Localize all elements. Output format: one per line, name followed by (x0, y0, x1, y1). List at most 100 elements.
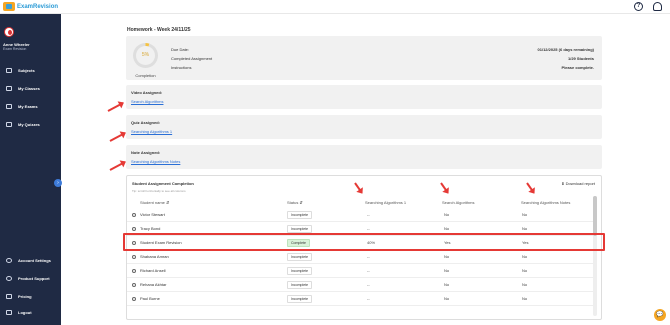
completion-label: Completion (135, 73, 156, 78)
book-icon (6, 103, 12, 109)
quiz-result: -- (367, 268, 370, 273)
gear-icon (6, 257, 12, 263)
annotation-arrow (109, 161, 126, 171)
clipboard-icon (6, 121, 12, 127)
column-header-notes: Searching Algorithms Notes (521, 200, 571, 205)
sidebar-item-label: Account Settings (18, 257, 51, 263)
sidebar-item-label: My Quizzes (18, 121, 40, 127)
table-row: Richard Ansell Incomplete -- No No (127, 264, 597, 278)
student-icon (132, 213, 136, 217)
notes-result: No (522, 296, 528, 301)
card-icon (6, 293, 12, 299)
sidebar-collapse-button[interactable]: › (54, 179, 62, 187)
student-name: Paul Burne (140, 296, 160, 301)
column-header-status[interactable]: Status ⇵ (287, 200, 303, 205)
status-badge: Incomplete (287, 225, 313, 233)
student-name: Tracy Bond (140, 226, 161, 231)
student-name: Victor Stewart (140, 212, 165, 217)
completed-label: Completed Assignment (171, 56, 213, 61)
notes-result: No (522, 268, 528, 273)
sidebar-item-label: My Classes (18, 85, 40, 91)
table-title: Student Assignment Completion (132, 181, 194, 186)
notes-result: No (522, 254, 528, 259)
column-header-video: Search Algorithms (442, 200, 475, 205)
completed-value: 1/29 Students (567, 56, 594, 61)
logo-icon (3, 2, 15, 11)
table-row: Paul Burne Incomplete -- No No (127, 292, 597, 306)
column-header-quiz: Searching Algorithms 1 (365, 200, 407, 205)
monitor-icon (6, 67, 12, 73)
page-title: Homework - Week 24/11/25 (127, 27, 191, 33)
note-assigned-title: Note Assigned: (131, 150, 161, 155)
top-bar: ExamRevision ? (0, 0, 670, 14)
sidebar-item-my-classes[interactable]: My Classes (0, 83, 61, 93)
table-row: Victor Stewart Incomplete -- No No (127, 208, 597, 222)
annotation-arrow (107, 102, 124, 112)
sidebar-item-label: Subjects (18, 67, 35, 73)
student-icon (132, 283, 136, 287)
quiz-result: -- (367, 254, 370, 259)
sidebar-item-product-support[interactable]: Product Support (0, 273, 61, 283)
student-name: Richard Ansell (140, 268, 166, 273)
student-name: Rehana Akhtar (140, 282, 167, 287)
student-icon (132, 297, 136, 301)
video-assigned-card: Video Assigned: Search Algorithms (126, 85, 602, 109)
download-report-button[interactable]: ⬇ Download report (561, 181, 595, 186)
notes-result: No (522, 282, 528, 287)
brand-name: ExamRevision (17, 3, 59, 10)
table-scrollbar[interactable] (593, 196, 597, 316)
quiz-result: -- (367, 226, 370, 231)
sidebar-item-label: Product Support (18, 275, 50, 281)
status-badge: Incomplete (287, 295, 313, 303)
due-date-value: 01/12/2025 (6 days remaining) (537, 47, 594, 52)
completion-percent: 5% (141, 52, 150, 58)
student-icon (132, 227, 136, 231)
quiz-assigned-link[interactable]: Searching Algorithms 1 (131, 129, 172, 134)
highlight-box (123, 233, 605, 251)
video-result: No (444, 296, 450, 301)
instructions-value: Please complete. (561, 65, 594, 70)
notes-result: No (522, 226, 528, 231)
notes-result: No (522, 212, 528, 217)
brand-logo[interactable]: ExamRevision (3, 2, 58, 11)
status-badge: Incomplete (287, 281, 313, 289)
homework-summary-card: 5% Completion Due Date: Completed Assign… (126, 36, 602, 80)
users-icon (6, 85, 12, 91)
student-icon (132, 255, 136, 259)
globe-icon (6, 275, 12, 281)
table-hint: Tip: scroll horizontally to see all colu… (132, 189, 186, 193)
sidebar-item-my-exams[interactable]: My Exams (0, 101, 61, 111)
status-badge: Incomplete (287, 211, 313, 219)
video-result: No (444, 282, 450, 287)
due-date-label: Due Date: (171, 47, 190, 52)
chat-icon[interactable]: 💬 (654, 309, 666, 321)
video-result: No (444, 254, 450, 259)
scrollbar-thumb[interactable] (593, 196, 597, 236)
help-icon[interactable]: ? (634, 2, 643, 11)
sidebar-item-label: Pricing (18, 293, 32, 299)
sidebar-item-label: My Exams (18, 103, 38, 109)
sidebar: Anne Wheeler Exam Revision Subjects My C… (0, 14, 62, 325)
table-row: Rehana Akhtar Incomplete -- No No (127, 278, 597, 292)
logout-icon (6, 309, 12, 315)
student-name: Shabana Amran (140, 254, 169, 259)
sidebar-item-subjects[interactable]: Subjects (0, 65, 61, 75)
table-row: Shabana Amran Incomplete -- No No (127, 250, 597, 264)
quiz-result: -- (367, 296, 370, 301)
avatar[interactable] (4, 27, 14, 37)
sidebar-item-pricing[interactable]: Pricing (0, 291, 61, 301)
sidebar-item-account-settings[interactable]: Account Settings (0, 255, 61, 265)
sidebar-item-my-quizzes[interactable]: My Quizzes (0, 119, 61, 129)
quiz-assigned-title: Quiz Assigned: (131, 120, 160, 125)
status-badge: Incomplete (287, 267, 313, 275)
sidebar-item-logout[interactable]: Logout (0, 307, 61, 317)
video-result: No (444, 212, 450, 217)
quiz-result: -- (367, 212, 370, 217)
video-assigned-title: Video Assigned: (131, 90, 163, 95)
profile-icon[interactable] (653, 2, 662, 11)
video-result: No (444, 226, 450, 231)
instructions-label: Instructions (171, 65, 192, 70)
video-assigned-link[interactable]: Search Algorithms (131, 99, 163, 104)
note-assigned-link[interactable]: Searching Algorithms Notes (131, 159, 180, 164)
column-header-student-name[interactable]: Student name ⇵ (140, 200, 169, 205)
